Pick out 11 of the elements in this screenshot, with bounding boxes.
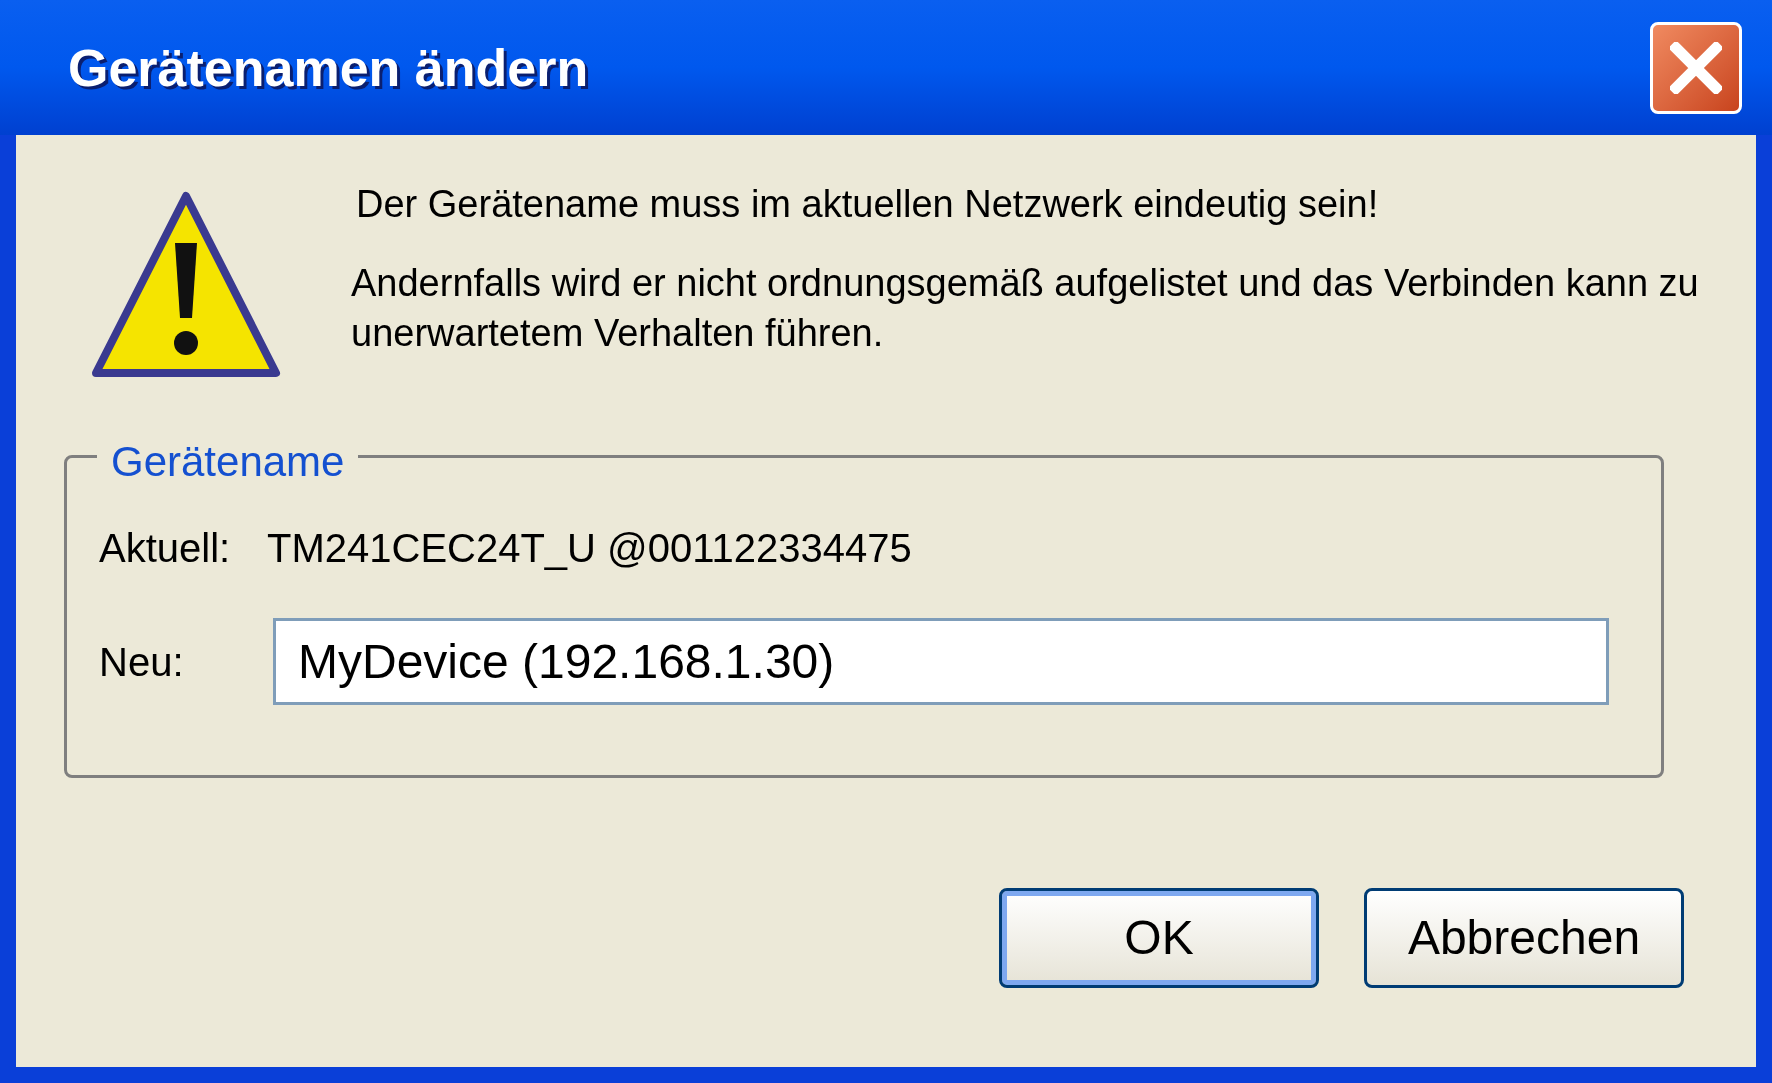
dialog-button[interactable]: OK xyxy=(999,888,1319,988)
name-input-field[interactable]: MyDevice (192.168.1.30) xyxy=(273,618,1609,705)
new-label: Neu: xyxy=(99,638,185,686)
message-text: Andernfalls wird er nicht ordnungsgemäß aufgelistet und das Verbinden kann zu unerwartetem Verhalten führen. xyxy=(351,261,1700,356)
current-label: Aktuell: xyxy=(99,525,232,572)
message-text: Der Gerätename muss im aktuellen Netzwerk eindeutig sein! xyxy=(356,182,1380,227)
current-value: TM241CEC24T_U @001122334475 xyxy=(267,525,912,572)
window-title: Gerätenamen ändern xyxy=(68,37,589,99)
close-button[interactable] xyxy=(1650,21,1742,114)
dialog-button[interactable]: Abbrechen xyxy=(1364,888,1684,988)
close-icon xyxy=(1670,41,1722,94)
